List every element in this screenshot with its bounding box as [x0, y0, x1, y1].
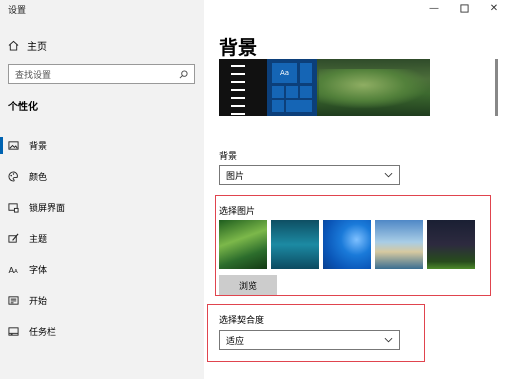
sidebar-item-background[interactable]: 背景 [0, 130, 204, 161]
picture-thumbnail-1[interactable] [219, 220, 267, 269]
picture-thumbnail-2[interactable] [271, 220, 319, 269]
palette-icon [8, 171, 18, 182]
sidebar-item-label: 锁屏界面 [29, 204, 66, 214]
sidebar: 设置 主页 查找设置 个性化 背景 颜色 锁屏界面 主题 AA 字体 开始 任务… [0, 0, 204, 379]
home-icon [8, 40, 19, 51]
sidebar-item-label: 任务栏 [29, 328, 57, 338]
sidebar-item-label: 字体 [29, 266, 48, 276]
font-icon: AA [8, 265, 18, 275]
preview-tile-aa: Aa [272, 63, 297, 83]
picture-thumbnails [219, 220, 475, 269]
background-type-value: 图片 [226, 171, 245, 182]
search-placeholder: 查找设置 [15, 70, 52, 81]
close-icon: ✕ [489, 3, 499, 14]
sidebar-item-themes[interactable]: 主题 [0, 223, 204, 254]
preview-start-menu [219, 59, 267, 116]
fit-dropdown[interactable]: 适应 [219, 330, 400, 350]
minimize-icon: — [429, 3, 439, 14]
maximize-icon [459, 4, 469, 13]
svg-text:A: A [14, 269, 18, 275]
page-title: 背景 [219, 37, 258, 59]
chevron-down-icon [384, 337, 393, 343]
sidebar-item-start[interactable]: 开始 [0, 285, 204, 316]
section-title: 个性化 [8, 102, 38, 113]
sidebar-nav: 背景 颜色 锁屏界面 主题 AA 字体 开始 任务栏 [0, 130, 204, 347]
window-controls: — ✕ [419, 0, 509, 17]
sidebar-item-taskbar[interactable]: 任务栏 [0, 316, 204, 347]
image-icon [8, 141, 19, 150]
background-preview: Aa [219, 59, 430, 116]
lock-screen-icon [8, 203, 19, 213]
background-type-dropdown[interactable]: 图片 [219, 165, 400, 185]
sidebar-item-fonts[interactable]: AA 字体 [0, 254, 204, 285]
theme-icon [8, 233, 19, 243]
sidebar-item-lock-screen[interactable]: 锁屏界面 [0, 192, 204, 223]
fit-label: 选择契合度 [219, 316, 265, 326]
fit-value: 适应 [226, 336, 245, 347]
app-title: 设置 [8, 6, 27, 16]
home-label: 主页 [27, 42, 47, 53]
choose-picture-label: 选择图片 [219, 207, 256, 217]
start-icon [8, 296, 19, 305]
picture-thumbnail-5[interactable] [427, 220, 475, 269]
close-button[interactable]: ✕ [479, 0, 509, 17]
minimize-button[interactable]: — [419, 0, 449, 17]
scrollbar[interactable] [495, 59, 498, 116]
sidebar-item-colors[interactable]: 颜色 [0, 161, 204, 192]
sidebar-item-label: 开始 [29, 297, 48, 307]
maximize-button[interactable] [449, 0, 479, 17]
sidebar-item-label: 颜色 [29, 173, 48, 183]
sidebar-item-label: 主题 [29, 235, 48, 245]
chevron-down-icon [384, 172, 393, 178]
background-label: 背景 [219, 152, 238, 162]
search-icon[interactable] [179, 69, 188, 79]
browse-button[interactable]: 浏览 [219, 275, 277, 295]
preview-tiles: Aa [267, 59, 317, 116]
main-content: 背景 Aa 背景 图片 选择图片 浏览 选择契合度 适应 [204, 0, 509, 379]
taskbar-icon [8, 327, 19, 336]
home-link[interactable]: 主页 [8, 38, 47, 53]
picture-thumbnail-3[interactable] [323, 220, 371, 269]
picture-thumbnail-4[interactable] [375, 220, 423, 269]
sidebar-item-label: 背景 [29, 142, 48, 152]
search-input[interactable]: 查找设置 [8, 64, 195, 84]
